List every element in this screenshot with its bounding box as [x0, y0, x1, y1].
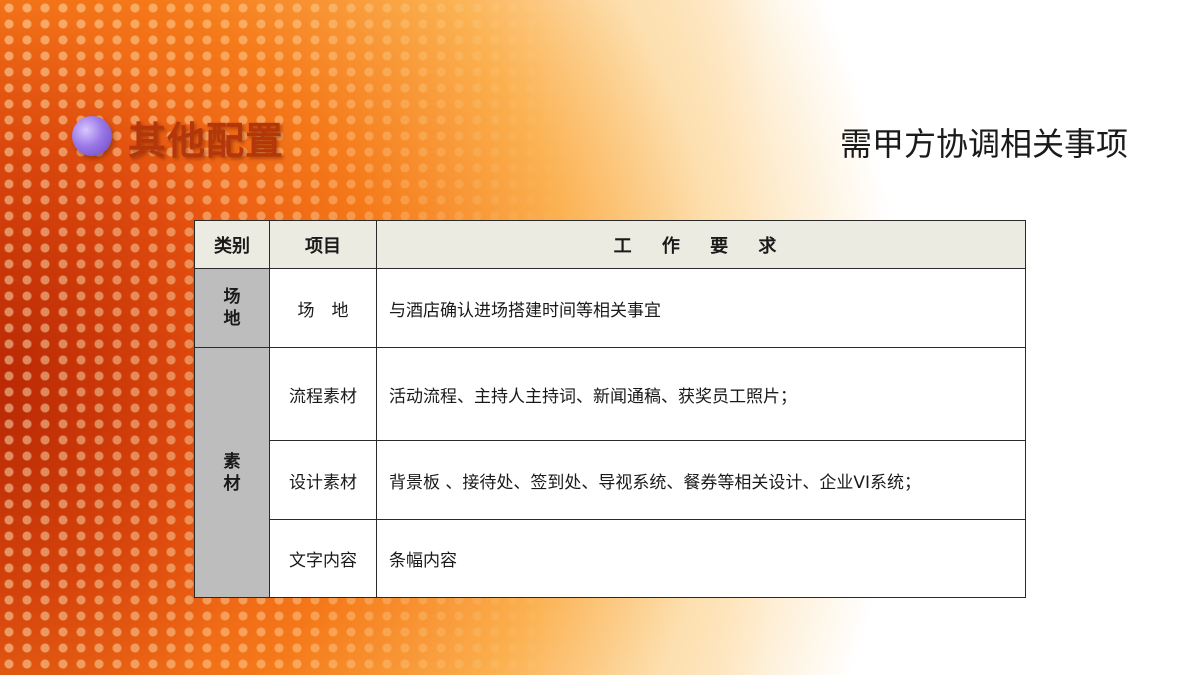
header-item: 项目 [269, 220, 377, 269]
slide-subtitle: 需甲方协调相关事项 [839, 125, 1128, 163]
item-cell: 流程素材 [269, 347, 377, 441]
requirement-cell: 与酒店确认进场搭建时间等相关事宜 [376, 268, 1026, 348]
header-category: 类别 [194, 220, 270, 269]
category-cell-materials: 素材 [194, 347, 270, 598]
table-row: 素材 流程素材 活动流程、主持人主持词、新闻通稿、获奖员工照片； [194, 347, 1026, 598]
table-row: 场地 场 地 与酒店确认进场搭建时间等相关事宜 [194, 268, 1026, 348]
item-cell: 文字内容 [269, 519, 377, 598]
requirement-cell: 条幅内容 [376, 519, 1026, 598]
category-label: 素材 [223, 451, 241, 494]
item-cell: 场 地 [269, 268, 377, 348]
slide-title: 其他配置 [128, 119, 285, 163]
requirement-cell: 活动流程、主持人主持词、新闻通稿、获奖员工照片； [376, 347, 1026, 441]
requirement-cell: 背景板 、接待处、签到处、导视系统、餐券等相关设计、企业VI系统； [376, 440, 1026, 520]
table-row: 文字内容 条幅内容 [195, 519, 1026, 598]
header-requirement: 工 作 要 求 [376, 220, 1026, 269]
category-cell-venue: 场地 [194, 268, 270, 348]
table-header-row: 类别 项目 工 作 要 求 [194, 220, 1026, 269]
category-label: 场地 [223, 287, 241, 329]
item-cell: 设计素材 [269, 440, 377, 520]
table-row: 设计素材 背景板 、接待处、签到处、导视系统、餐券等相关设计、企业VI系统； [195, 440, 1026, 520]
slide: 其他配置 需甲方协调相关事项 类别 项目 工 作 要 求 场地 场 地 与酒店确… [0, 0, 1200, 675]
requirements-table: 类别 项目 工 作 要 求 场地 场 地 与酒店确认进场搭建时间等相关事宜 素材… [194, 220, 1026, 598]
title-bullet-icon [72, 116, 112, 156]
